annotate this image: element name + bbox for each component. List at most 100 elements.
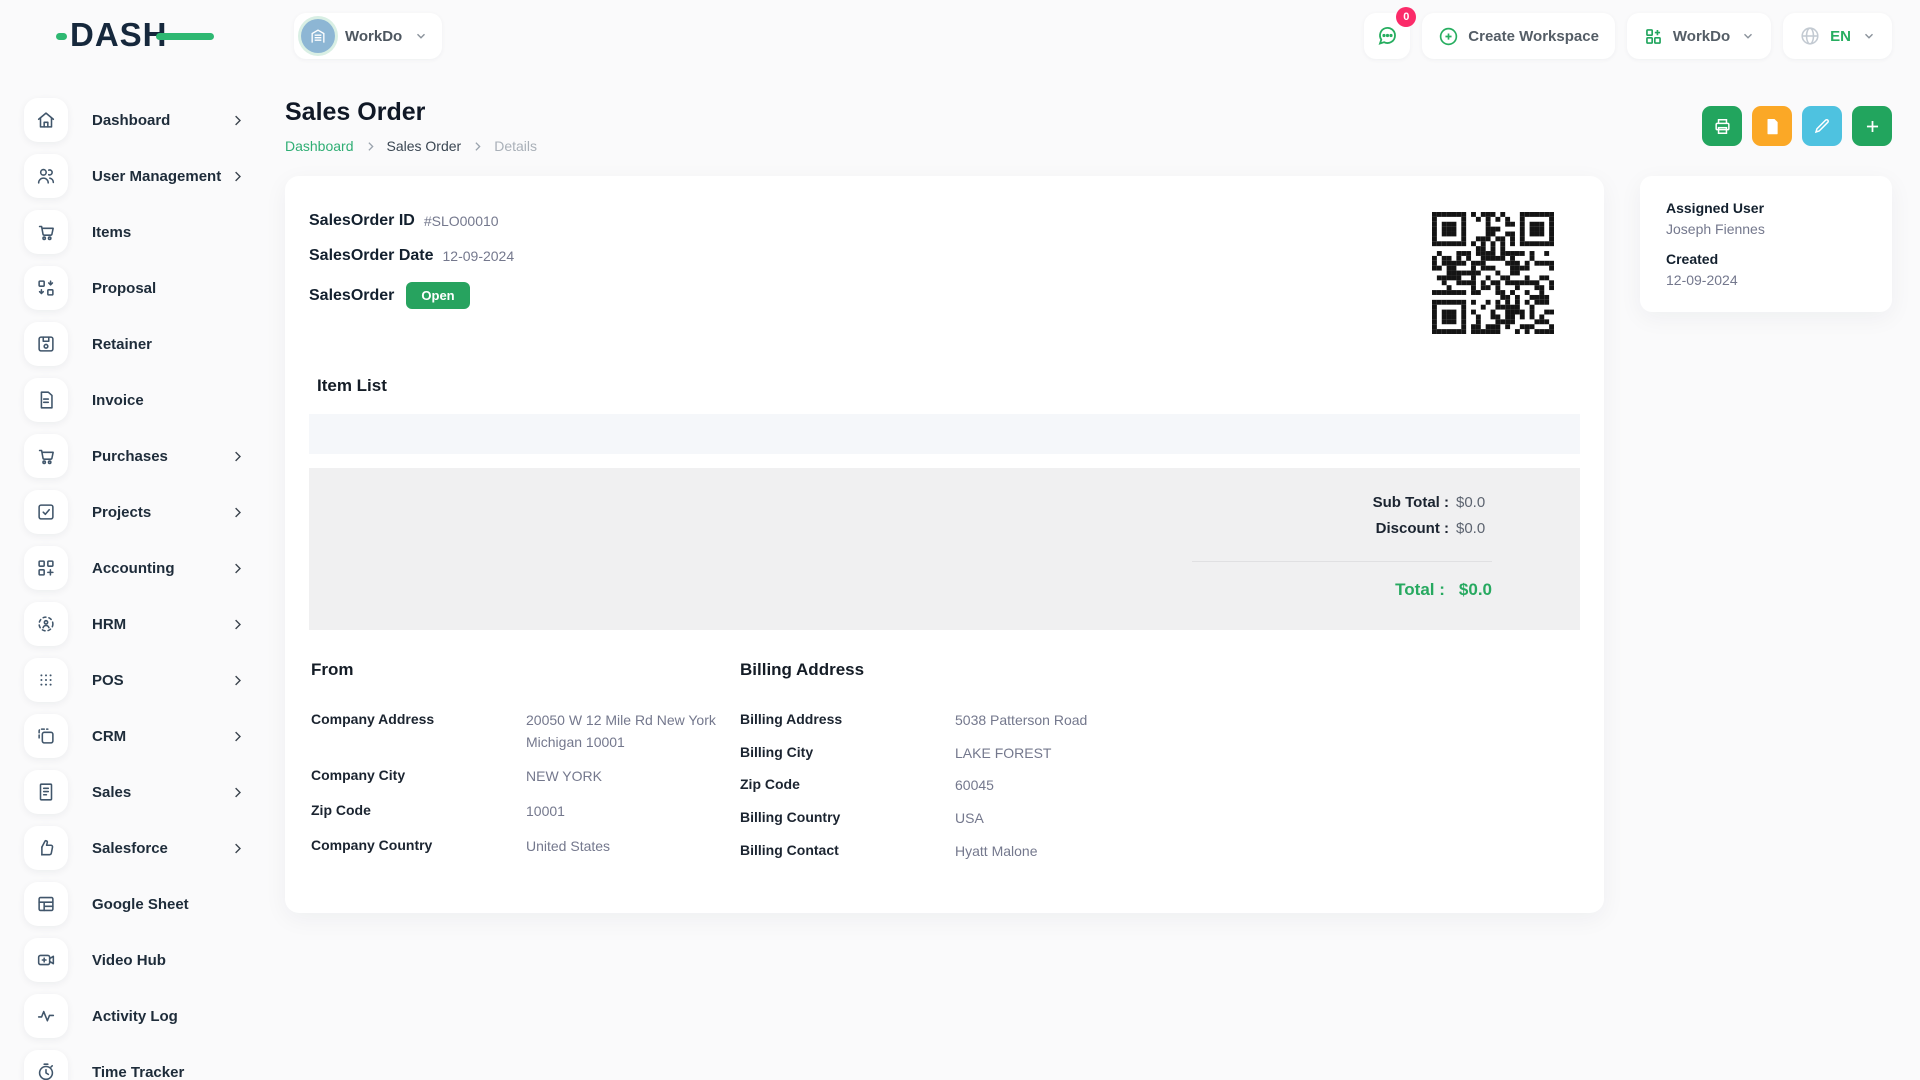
check-square-icon — [24, 490, 68, 534]
sidebar-item[interactable]: CRM — [24, 714, 285, 758]
proposal-icon — [24, 266, 68, 310]
messages-button[interactable]: 0 — [1364, 13, 1410, 59]
chevron-down-icon — [1741, 29, 1755, 43]
logo-text: DASH — [70, 16, 168, 53]
detail-row: Company Country United States — [311, 836, 740, 858]
users-icon — [24, 154, 68, 198]
sidebar-item[interactable]: Invoice — [24, 378, 285, 422]
total-value: $0.0 — [1459, 580, 1492, 600]
thumbs-up-icon — [24, 826, 68, 870]
sidebar-item[interactable]: Proposal — [24, 266, 285, 310]
sidebar-item[interactable]: Projects — [24, 490, 285, 534]
main-content: Sales Order Dashboard Sales Order Detail… — [285, 72, 1920, 1080]
hrm-icon — [24, 602, 68, 646]
sidebar-item[interactable]: Dashboard — [24, 98, 285, 142]
from-section: From Company Address 20050 W 12 Mile Rd … — [311, 660, 740, 873]
chevron-down-icon — [414, 29, 428, 43]
breadcrumb-sales-order[interactable]: Sales Order — [387, 138, 462, 154]
detail-label: Billing Country — [740, 808, 955, 830]
sidebar-item-label: Video Hub — [92, 952, 166, 969]
detail-row: Zip Code 10001 — [311, 801, 740, 823]
workspace-menu-label: WorkDo — [1673, 28, 1730, 45]
home-icon — [24, 98, 68, 142]
detail-value: United States — [526, 836, 721, 858]
sidebar-item-label: Invoice — [92, 392, 144, 409]
print-button[interactable] — [1702, 106, 1742, 146]
detail-label: Company City — [311, 766, 526, 788]
billing-section: Billing Address Billing Address 5038 Pat… — [740, 660, 1580, 873]
detail-label: Billing City — [740, 743, 955, 765]
detail-value: Hyatt Malone — [955, 841, 1150, 863]
chevron-right-icon — [230, 505, 245, 520]
sidebar-item[interactable]: Items — [24, 210, 285, 254]
plus-circle-icon — [1438, 26, 1459, 47]
sidebar-item-label: Dashboard — [92, 112, 170, 129]
sidebar-item-label: Salesforce — [92, 840, 168, 857]
order-meta-card: Assigned User Joseph Fiennes Created 12-… — [1640, 176, 1892, 312]
sidebar-item[interactable]: Activity Log — [24, 994, 285, 1038]
order-status-label: SalesOrder — [309, 287, 394, 305]
logo-dash-right — [156, 33, 214, 40]
sidebar-item[interactable]: Purchases — [24, 434, 285, 478]
detail-label: Company Address — [311, 710, 526, 753]
chevron-right-icon — [230, 841, 245, 856]
order-id-label: SalesOrder ID — [309, 212, 415, 230]
sidebar: Dashboard User Management Items Proposal — [0, 72, 285, 1080]
language-selector[interactable]: EN — [1783, 13, 1892, 59]
edit-button[interactable] — [1802, 106, 1842, 146]
building-icon — [308, 26, 328, 46]
sidebar-item[interactable]: Salesforce — [24, 826, 285, 870]
total-label: Total : — [1395, 580, 1445, 600]
file-icon — [1763, 117, 1782, 136]
sidebar-item[interactable]: Google Sheet — [24, 882, 285, 926]
cart-icon — [24, 434, 68, 478]
detail-value: 60045 — [955, 775, 1150, 797]
chevron-right-icon — [471, 140, 484, 153]
workspace-selector[interactable]: WorkDo — [294, 13, 442, 59]
order-id-value: #SLO00010 — [424, 213, 499, 229]
sidebar-item[interactable]: HRM — [24, 602, 285, 646]
workspace-avatar — [301, 19, 335, 53]
page-actions — [1702, 106, 1892, 146]
sidebar-item[interactable]: Accounting — [24, 546, 285, 590]
clock-icon — [24, 1050, 68, 1080]
add-button[interactable] — [1852, 106, 1892, 146]
breadcrumb-dashboard[interactable]: Dashboard — [285, 138, 354, 154]
create-workspace-button[interactable]: Create Workspace — [1422, 13, 1615, 59]
chevron-right-icon — [230, 729, 245, 744]
sidebar-item[interactable]: Video Hub — [24, 938, 285, 982]
video-icon — [24, 938, 68, 982]
pencil-icon — [1813, 117, 1831, 135]
logo-dash-left — [56, 33, 67, 40]
detail-row: Company City NEW YORK — [311, 766, 740, 788]
app-logo[interactable]: DASH — [70, 16, 198, 56]
sidebar-item-label: CRM — [92, 728, 126, 745]
subtotal-value: $0.0 — [1456, 494, 1492, 511]
detail-row: Company Address 20050 W 12 Mile Rd New Y… — [311, 710, 740, 753]
duplicate-button[interactable] — [1752, 106, 1792, 146]
detail-row: Billing City LAKE FOREST — [740, 743, 1580, 765]
sidebar-item[interactable]: Time Tracker — [24, 1050, 285, 1080]
workspace-menu-button[interactable]: WorkDo — [1627, 13, 1771, 59]
detail-row: Billing Country USA — [740, 808, 1580, 830]
detail-value: LAKE FOREST — [955, 743, 1150, 765]
messages-count-badge: 0 — [1396, 7, 1416, 27]
assigned-user-value: Joseph Fiennes — [1666, 221, 1866, 237]
sidebar-item-label: Time Tracker — [92, 1064, 184, 1080]
order-date-value: 12-09-2024 — [443, 248, 515, 264]
sidebar-item[interactable]: User Management — [24, 154, 285, 198]
totals-section: Sub Total : $0.0 Discount : $0.0 Total :… — [309, 468, 1580, 630]
sidebar-item[interactable]: POS — [24, 658, 285, 702]
detail-row: Billing Address 5038 Patterson Road — [740, 710, 1580, 732]
detail-row: Zip Code 60045 — [740, 775, 1580, 797]
breadcrumb: Dashboard Sales Order Details — [285, 138, 537, 154]
chevron-down-icon — [1862, 29, 1876, 43]
cart-icon — [24, 210, 68, 254]
sidebar-item[interactable]: Retainer — [24, 322, 285, 366]
assigned-user-label: Assigned User — [1666, 200, 1866, 216]
detail-label: Billing Address — [740, 710, 955, 732]
chat-icon — [1375, 24, 1399, 48]
total-row: Total : $0.0 — [1192, 561, 1492, 600]
globe-icon — [1799, 25, 1821, 47]
sidebar-item[interactable]: Sales — [24, 770, 285, 814]
